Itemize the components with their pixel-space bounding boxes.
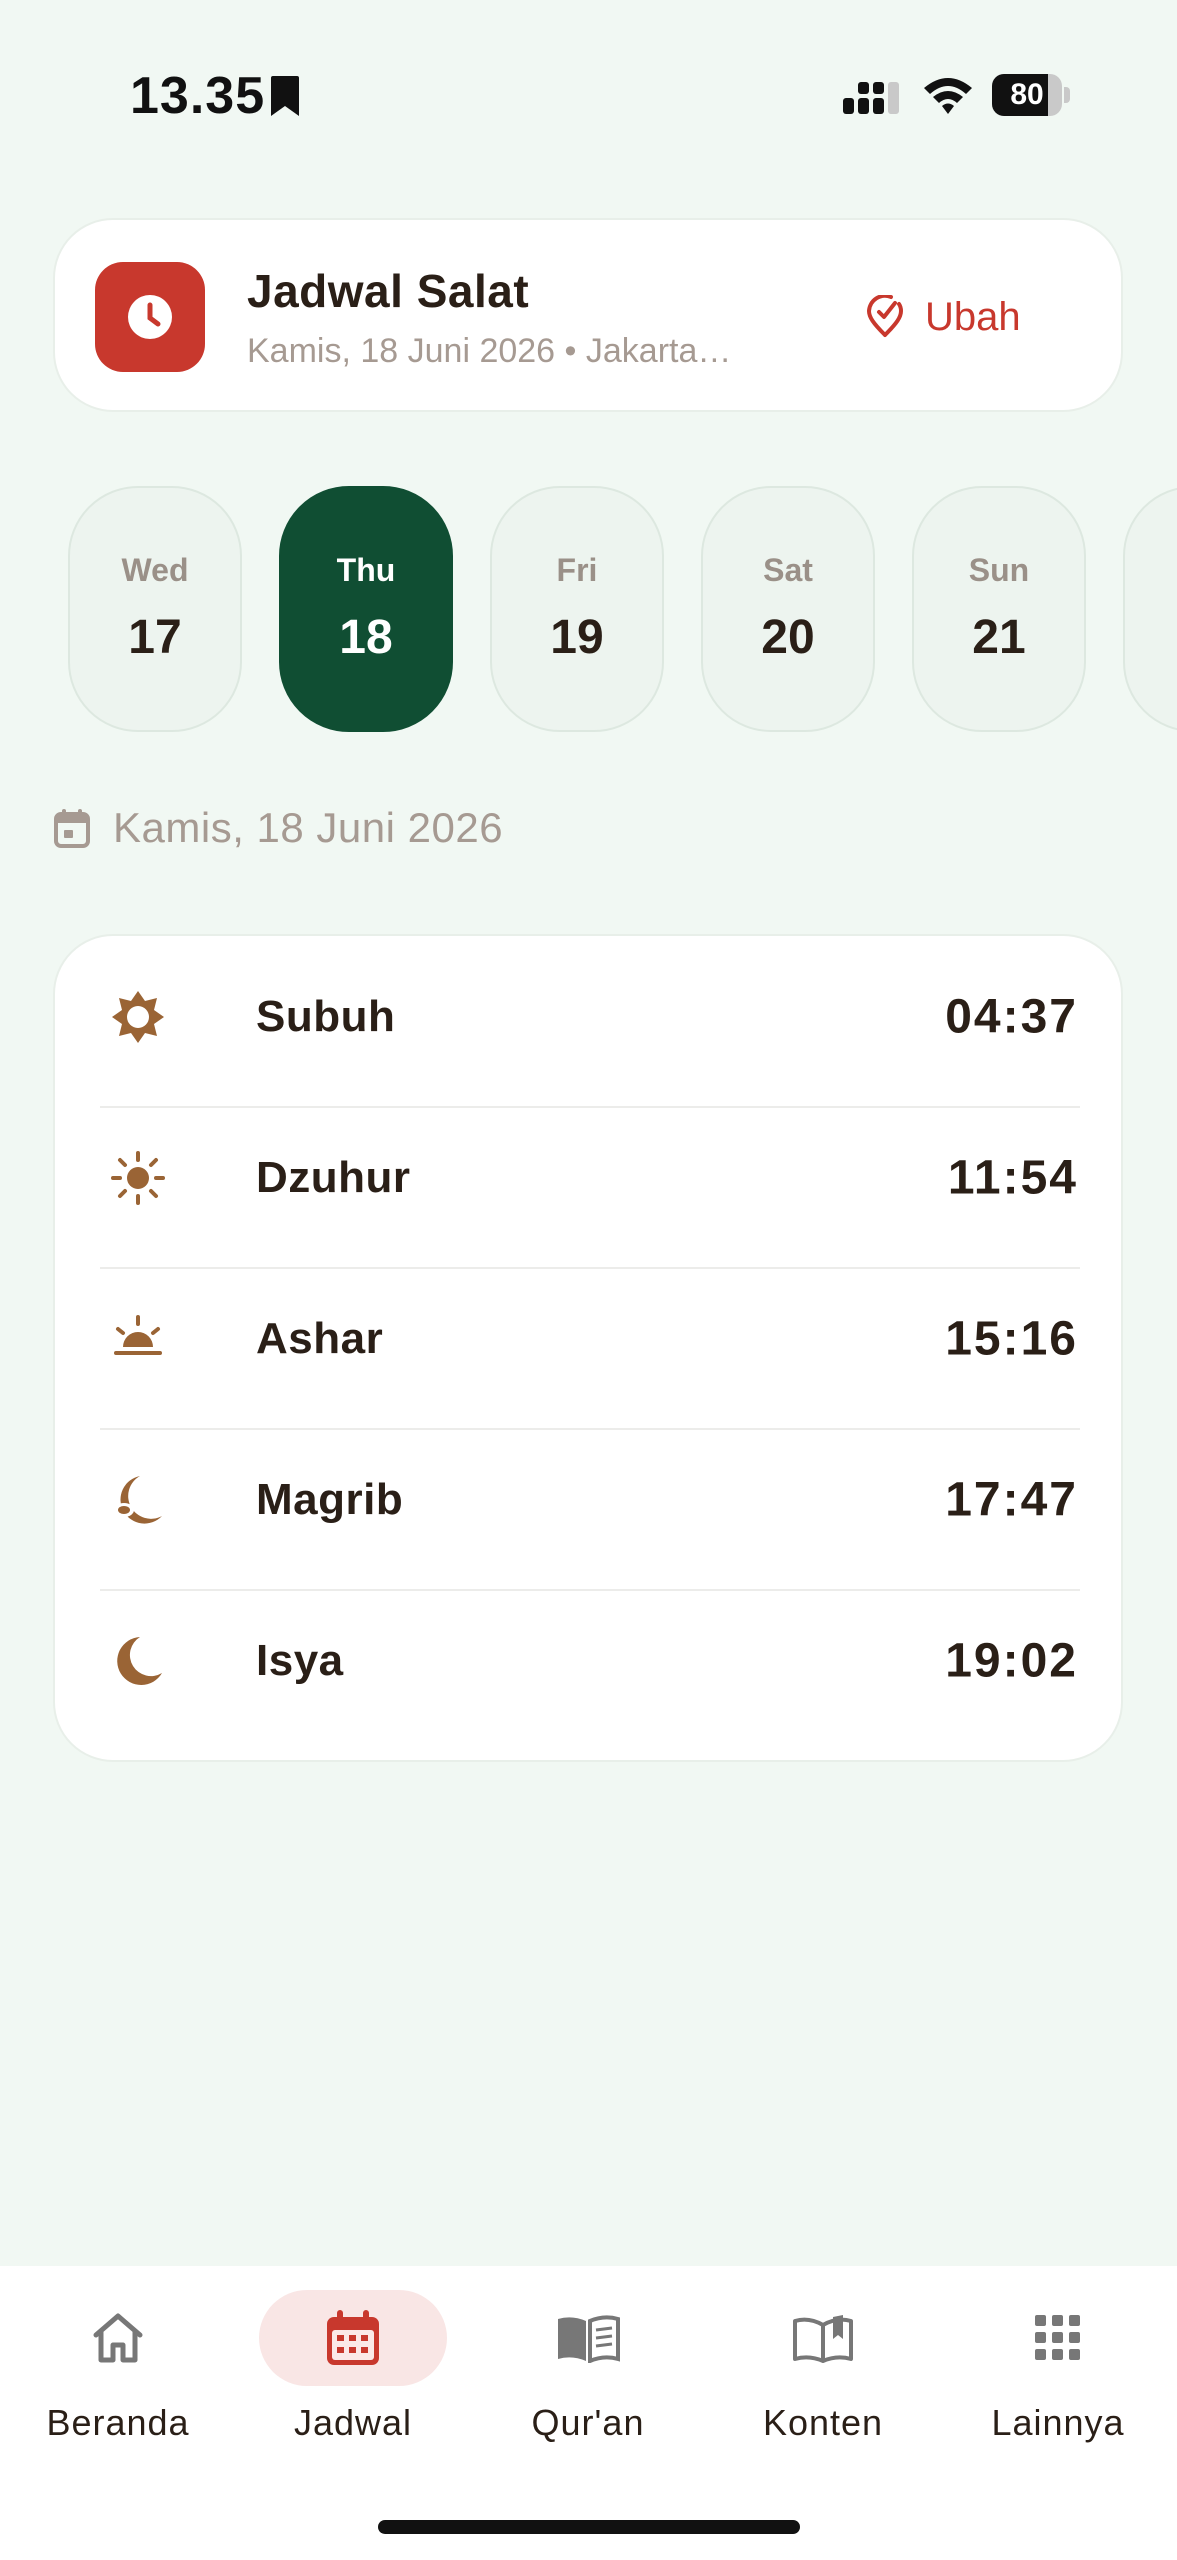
nav-label: Lainnya — [991, 2402, 1125, 2443]
nav-item-beranda[interactable]: Beranda — [0, 2290, 236, 2450]
prayer-name: Ashar — [256, 1313, 384, 1363]
day-pill-fri[interactable]: Fri 19 — [490, 486, 664, 732]
nav-label: Konten — [762, 2402, 884, 2443]
prayer-row-magrib[interactable]: Magrib 17:47 — [100, 1419, 1080, 1580]
prayer-name: Subuh — [256, 991, 396, 1041]
selected-date-text: Kamis, 18 Juni 2026 — [113, 804, 504, 851]
bookmark-icon — [271, 76, 299, 116]
prayer-row-isya[interactable]: Isya 19:02 — [100, 1580, 1080, 1741]
prayer-time: 15:16 — [945, 1312, 1078, 1365]
header-subtitle: Kamis, 18 Juni 2026 • Jakarta… — [247, 332, 732, 370]
prayer-row-subuh[interactable]: Subuh 04:37 — [100, 936, 1080, 1097]
nav-item-jadwal[interactable]: Jadwal — [235, 2290, 471, 2450]
sunset-icon — [114, 1314, 162, 1355]
prayer-row-ashar[interactable]: Ashar 15:16 — [100, 1258, 1080, 1419]
change-location-button[interactable]: Ubah — [865, 282, 1021, 352]
day-pill-thu[interactable]: Thu 18 — [279, 486, 453, 732]
open-book-icon — [793, 2315, 853, 2363]
wifi-icon — [924, 78, 972, 114]
day-number: 21 — [972, 611, 1026, 664]
sun-icon — [111, 1150, 165, 1205]
prayer-times-card: Subuh 04:37 Dzuhur 11:54 Ashar 15:16 Mag… — [53, 934, 1123, 1762]
nav-item-lainnya[interactable]: Lainnya — [940, 2290, 1176, 2450]
day-number: 18 — [339, 611, 393, 664]
nav-item-quran[interactable]: Qur'an — [470, 2290, 706, 2450]
status-bar: 13.35 80 — [0, 0, 1177, 190]
day-number: 19 — [550, 611, 604, 664]
prayer-name: Isya — [256, 1635, 344, 1685]
nav-label: Beranda — [46, 2402, 190, 2443]
prayer-name: Magrib — [256, 1474, 404, 1524]
battery-indicator: 80 — [992, 74, 1072, 116]
day-pill-sat[interactable]: Sat 20 — [701, 486, 875, 732]
day-number: 20 — [761, 611, 815, 664]
home-icon — [93, 2313, 143, 2363]
bottom-nav: Beranda Jadwal Qur'an Konten Lainnya — [0, 2266, 1177, 2560]
book-icon — [558, 2315, 620, 2363]
location-edit-icon — [866, 295, 904, 337]
prayer-time: 11:54 — [947, 1151, 1078, 1204]
calendar-small-icon — [54, 809, 90, 848]
day-name: Sat — [763, 552, 813, 588]
day-selector: Wed 17 Thu 18 Fri 19 Sat 20 Sun 21 — [0, 486, 1177, 732]
prayer-row-dzuhur[interactable]: Dzuhur 11:54 — [100, 1097, 1080, 1258]
prayer-time: 19:02 — [945, 1634, 1078, 1687]
header-card: Jadwal Salat Kamis, 18 Juni 2026 • Jakar… — [53, 218, 1123, 412]
moon-icon — [117, 1636, 162, 1685]
day-pill-sun[interactable]: Sun 21 — [912, 486, 1086, 732]
day-number: 17 — [128, 611, 182, 664]
day-name: Wed — [121, 552, 189, 588]
day-name: Sun — [968, 552, 1030, 588]
home-indicator[interactable] — [378, 2520, 800, 2534]
clock-icon — [128, 295, 172, 339]
nav-label: Qur'an — [531, 2402, 645, 2443]
prayer-time: 04:37 — [945, 990, 1078, 1043]
clock-badge — [95, 262, 205, 372]
battery-level: 80 — [1010, 78, 1044, 111]
page-title: Jadwal Salat — [247, 265, 530, 317]
signal-icon — [843, 82, 899, 114]
day-pill-wed[interactable]: Wed 17 — [68, 486, 242, 732]
prayer-time: 17:47 — [945, 1473, 1078, 1526]
change-location-label: Ubah — [925, 294, 1021, 339]
moon-cloud-icon — [114, 1475, 162, 1524]
sun-outline-icon — [112, 990, 164, 1043]
status-time: 13.35 — [130, 67, 266, 125]
day-pill-next[interactable] — [1123, 486, 1177, 732]
calendar-icon — [327, 2310, 379, 2365]
grid-icon — [1035, 2315, 1080, 2360]
nav-label: Jadwal — [293, 2402, 413, 2443]
prayer-name: Dzuhur — [256, 1152, 411, 1202]
nav-item-konten[interactable]: Konten — [705, 2290, 941, 2450]
selected-date-label: Kamis, 18 Juni 2026 — [53, 804, 503, 852]
day-name: Fri — [556, 552, 598, 588]
day-name: Thu — [336, 552, 396, 588]
